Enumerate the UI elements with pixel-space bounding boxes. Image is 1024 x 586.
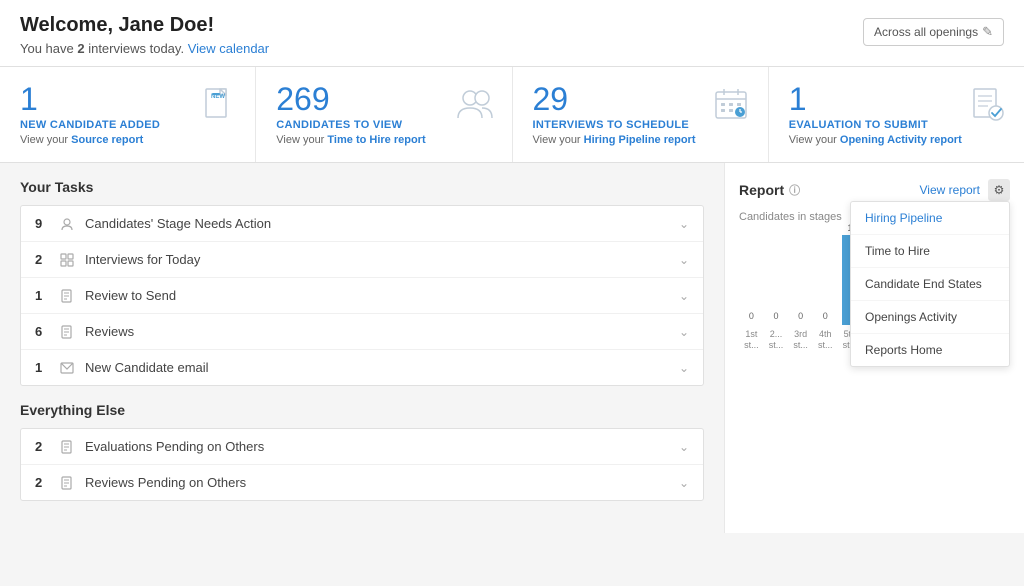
everything-else-list: 2 Evaluations Pending on Others ⌄ 2 Revi… — [20, 428, 704, 501]
calendar-icon — [710, 83, 752, 125]
doc-icon — [55, 325, 79, 339]
chevron-down-icon: ⌄ — [679, 253, 689, 267]
chart-bar — [817, 323, 834, 325]
info-icon: ⓘ — [789, 182, 800, 198]
chart-bar-group: 0 3rd st... — [792, 311, 809, 351]
checklist-icon — [966, 83, 1008, 125]
across-all-openings-button[interactable]: Across all openings ✎ — [863, 18, 1004, 46]
chart-bar-value: 0 — [749, 311, 754, 321]
task-item[interactable]: 9 Candidates' Stage Needs Action ⌄ — [21, 206, 703, 242]
chevron-down-icon: ⌄ — [679, 476, 689, 490]
task-label: Evaluations Pending on Others — [85, 439, 679, 454]
task-label: Candidates' Stage Needs Action — [85, 216, 679, 231]
stat-card-candidates[interactable]: 269 CANDIDATES TO VIEW View your Time to… — [256, 67, 512, 162]
task-count: 9 — [35, 216, 55, 231]
task-item[interactable]: 2 Reviews Pending on Others ⌄ — [21, 465, 703, 500]
page-title: Welcome, Jane Doe! — [20, 14, 269, 37]
chart-x-label: 3rd st... — [792, 329, 809, 351]
chart-x-label: 1st st... — [743, 329, 760, 351]
grid-icon — [55, 253, 79, 267]
report-wrapper: Candidates in stages 01st st...02... st.… — [725, 211, 1024, 391]
view-calendar-link[interactable]: View calendar — [188, 41, 269, 56]
task-item[interactable]: 1 Review to Send ⌄ — [21, 278, 703, 314]
task-item[interactable]: 2 Evaluations Pending on Others ⌄ — [21, 429, 703, 465]
across-btn-label: Across all openings — [874, 25, 978, 39]
chart-bar-group: 0 4th st... — [817, 311, 834, 351]
stat-sub-2: View your Time to Hire report — [276, 134, 491, 146]
chart-bar — [768, 323, 785, 325]
interview-subtitle: You have 2 interviews today. View calend… — [20, 41, 269, 56]
chart-x-label: 2... st... — [768, 329, 785, 351]
task-label: Reviews Pending on Others — [85, 475, 679, 490]
task-count: 2 — [35, 439, 55, 454]
chevron-down-icon: ⌄ — [679, 361, 689, 375]
svg-text:NEW: NEW — [211, 94, 225, 100]
task-item[interactable]: 1 New Candidate email ⌄ — [21, 350, 703, 385]
stat-sub-1: View your Source report — [20, 134, 235, 146]
stat-card-new-candidate[interactable]: 1 NEW CANDIDATE ADDED View your Source r… — [0, 67, 256, 162]
chevron-down-icon: ⌄ — [679, 440, 689, 454]
chevron-down-icon: ⌄ — [679, 289, 689, 303]
task-item[interactable]: 6 Reviews ⌄ — [21, 314, 703, 350]
task-label: Review to Send — [85, 288, 679, 303]
chart-bar-value: 0 — [798, 311, 803, 321]
chart-bar-group: 0 2... st... — [768, 311, 785, 351]
everything-else-title: Everything Else — [20, 402, 704, 418]
stat-cards-row: 1 NEW CANDIDATE ADDED View your Source r… — [0, 67, 1024, 163]
chart-x-label: 4th st... — [817, 329, 834, 351]
chevron-down-icon: ⌄ — [679, 217, 689, 231]
stat-card-interviews[interactable]: 29 INTERVIEWS TO SCHEDULE View your Hiri… — [513, 67, 769, 162]
chart-bar — [743, 323, 760, 325]
dropdown-item-reports-home[interactable]: Reports Home — [851, 334, 1009, 366]
doc-icon — [55, 476, 79, 490]
stat-sub-3: View your Hiring Pipeline report — [533, 134, 748, 146]
doc-icon — [55, 440, 79, 454]
report-panel: Report ⓘ View report ⚙ Candidates in sta… — [724, 163, 1024, 533]
dropdown-item-hiring-pipeline[interactable]: Hiring Pipeline — [851, 202, 1009, 235]
report-dropdown-menu: Hiring Pipeline Time to Hire Candidate E… — [850, 201, 1010, 367]
task-label: New Candidate email — [85, 360, 679, 375]
chart-bar-group: 0 1st st... — [743, 311, 760, 351]
candidates-icon — [454, 83, 496, 125]
your-tasks-title: Your Tasks — [20, 179, 704, 195]
task-item[interactable]: 2 Interviews for Today ⌄ — [21, 242, 703, 278]
task-count: 1 — [35, 288, 55, 303]
chart-bar-value: 0 — [823, 311, 828, 321]
task-label: Interviews for Today — [85, 252, 679, 267]
chart-bar-value: 0 — [773, 311, 778, 321]
view-report-link[interactable]: View report — [920, 183, 980, 197]
task-count: 2 — [35, 475, 55, 490]
dropdown-item-candidate-end-states[interactable]: Candidate End States — [851, 268, 1009, 301]
chart-bar — [792, 323, 809, 325]
chevron-down-icon: ⌄ — [679, 325, 689, 339]
doc-icon — [55, 289, 79, 303]
task-label: Reviews — [85, 324, 679, 339]
your-tasks-list: 9 Candidates' Stage Needs Action ⌄ 2 Int… — [20, 205, 704, 386]
task-count: 6 — [35, 324, 55, 339]
dropdown-item-time-to-hire[interactable]: Time to Hire — [851, 235, 1009, 268]
email-icon — [55, 362, 79, 374]
stat-card-evaluation[interactable]: 1 EVALUATION TO SUBMIT View your Opening… — [769, 67, 1024, 162]
stat-sub-4: View your Opening Activity report — [789, 134, 1004, 146]
new-file-icon: NEW — [197, 83, 239, 125]
report-title: Report ⓘ — [739, 182, 800, 198]
task-count: 1 — [35, 360, 55, 375]
dropdown-item-openings-activity[interactable]: Openings Activity — [851, 301, 1009, 334]
report-gear-button[interactable]: ⚙ — [988, 179, 1010, 201]
person-icon — [55, 217, 79, 231]
edit-icon: ✎ — [982, 24, 993, 40]
task-count: 2 — [35, 252, 55, 267]
